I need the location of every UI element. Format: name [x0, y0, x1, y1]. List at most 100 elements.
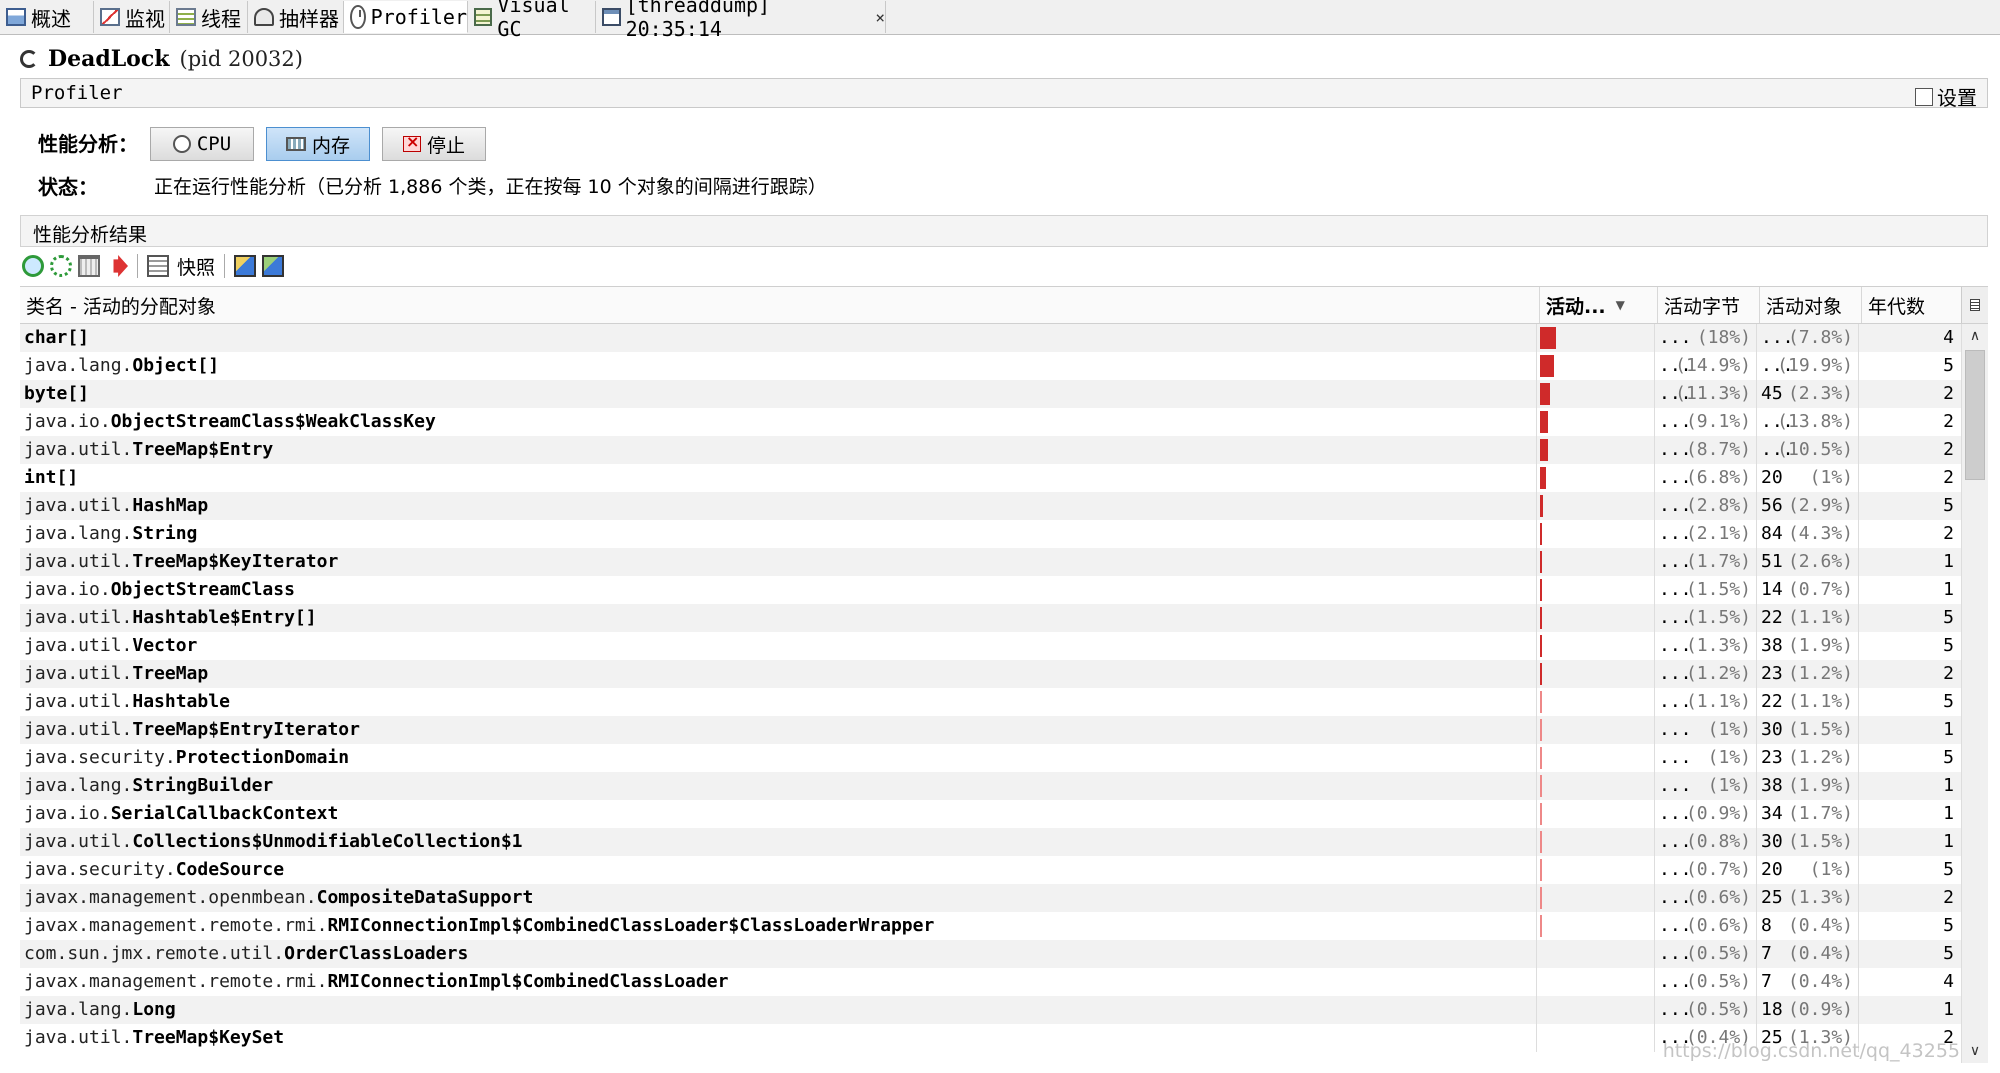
- stop-button[interactable]: 停止: [382, 127, 486, 161]
- export-icon[interactable]: [106, 255, 128, 277]
- package-name: java.lang.: [24, 999, 133, 1020]
- scroll-down-icon[interactable]: ∨: [1962, 1039, 1988, 1063]
- export-image-icon[interactable]: [262, 255, 285, 277]
- live-objects-cell: 20 (1%): [1756, 856, 1859, 884]
- tab-threaddump[interactable]: [threaddump] 20:35:14 ×: [596, 0, 886, 41]
- column-header-live-objects[interactable]: 活动对象: [1760, 287, 1862, 323]
- refresh-icon[interactable]: [50, 255, 72, 277]
- tab-label: 线程: [201, 6, 241, 31]
- class-name: StringBuilder: [132, 775, 274, 796]
- memory-button-label: 内存: [311, 134, 350, 157]
- column-header-live-bytes[interactable]: 活动字节: [1658, 287, 1760, 323]
- live-objects-value: 51: [1761, 551, 1783, 572]
- table-row[interactable]: java.io.SerialCallbackContext ... (0.9%) 34…: [20, 800, 1962, 828]
- table-row[interactable]: java.util.TreeMap$Entry ... (8.7%)... (10.5…: [20, 436, 1962, 464]
- live-bytes-cell: ... (0.8%): [1654, 828, 1757, 856]
- table-row[interactable]: java.util.HashMap ... (2.8%) 56 (2.9%) 5: [20, 492, 1962, 520]
- table-row[interactable]: java.lang.Object[] ... (14.9%)... (19.9%) 5: [20, 352, 1962, 380]
- table-row[interactable]: java.util.Vector ... (1.3%) 38 (1.9%) 5: [20, 632, 1962, 660]
- live-allocation-bar: [1540, 635, 1542, 657]
- live-bar-cell: [1536, 968, 1655, 996]
- table-row[interactable]: java.util.Hashtable$Entry[]... (1.5%) 22 (1…: [20, 604, 1962, 632]
- column-header-generations[interactable]: 年代数: [1862, 287, 1962, 323]
- table-row[interactable]: byte[] ... (11.3%) 45 (2.3%) 2: [20, 380, 1962, 408]
- generations-cell: 2: [1858, 520, 1962, 548]
- table-row[interactable]: java.lang.StringBuilder... (1%) 38 (1.9%) 1: [20, 772, 1962, 800]
- table-row[interactable]: java.util.TreeMap$KeyIterator ... (1.7%) 51…: [20, 548, 1962, 576]
- table-row[interactable]: java.util.Collections$UnmodifiableCollec…: [20, 828, 1962, 856]
- package-name: java.lang.: [24, 523, 133, 544]
- auto-refresh-icon[interactable]: [22, 255, 44, 277]
- class-name-cell: java.util.TreeMap: [24, 660, 1540, 688]
- table-row[interactable]: com.sun.jmx.remote.util.OrderClassLoader…: [20, 940, 1962, 968]
- cpu-button[interactable]: CPU: [150, 127, 254, 161]
- tab-sampler[interactable]: 抽样器: [248, 1, 344, 33]
- live-allocation-bar: [1540, 775, 1542, 797]
- table-row[interactable]: java.security.ProtectionDomain... (1%) 23(…: [20, 744, 1962, 772]
- profiler-icon: [350, 4, 366, 29]
- table-row[interactable]: java.security.CodeSource ... (0.7%) 20 (1%) 5: [20, 856, 1962, 884]
- snapshot-icon[interactable]: [147, 255, 169, 277]
- live-bytes-percent: (1.2%): [1685, 663, 1751, 684]
- table-row[interactable]: javax.management.openmbean.CompositeData…: [20, 884, 1962, 912]
- live-objects-value: 22: [1761, 607, 1783, 628]
- tab-overview[interactable]: 概述: [0, 1, 94, 33]
- tab-label: 监视: [125, 6, 165, 31]
- class-name: Hashtable: [132, 691, 230, 712]
- live-bar-cell: [1536, 1024, 1655, 1052]
- table-row[interactable]: java.util.Hashtable... (1.1%) 22 (1.1%) 5: [20, 688, 1962, 716]
- tab-visual-gc[interactable]: Visual GC: [468, 0, 596, 41]
- tab-profiler[interactable]: Profiler: [344, 1, 468, 33]
- live-bytes-percent: (1.3%): [1685, 635, 1751, 656]
- settings-checkbox[interactable]: [1915, 87, 1933, 106]
- table-row[interactable]: java.io.ObjectStreamClass ... (1.5%) 14 (0.7…: [20, 576, 1962, 604]
- table-row[interactable]: java.lang.Long ... (0.5%) 18 (0.9%) 1: [20, 996, 1962, 1024]
- live-bar-cell: [1536, 912, 1655, 940]
- live-allocation-bar: [1540, 803, 1542, 825]
- live-bytes-cell: ... (1.7%): [1654, 548, 1757, 576]
- close-tab-icon[interactable]: ×: [875, 8, 885, 27]
- generations-cell: 1: [1858, 716, 1962, 744]
- live-objects-cell: 7 (0.4%): [1756, 940, 1859, 968]
- scroll-up-icon[interactable]: ∧: [1962, 324, 1988, 348]
- live-bytes-cell: ... (1.2%): [1654, 660, 1757, 688]
- vertical-scrollbar[interactable]: ∧ ∨: [1961, 324, 1988, 1063]
- class-name-cell: java.util.TreeMap$KeySet: [24, 1024, 1540, 1052]
- live-bar-cell: [1536, 324, 1655, 352]
- table-row[interactable]: char[]... (18%)... (7.8%) 4: [20, 324, 1962, 352]
- settings-toggle[interactable]: 设置: [1915, 82, 1977, 111]
- generations-cell: 2: [1858, 660, 1962, 688]
- table-row[interactable]: java.io.ObjectStreamClass$WeakClassKey..…: [20, 408, 1962, 436]
- live-objects-cell: 23 (1.2%): [1756, 744, 1859, 772]
- generations-cell: 5: [1858, 688, 1962, 716]
- memory-button[interactable]: 内存: [266, 127, 370, 161]
- snapshot-button-label[interactable]: 快照: [177, 253, 215, 280]
- live-bytes-cell: ... (0.5%): [1654, 940, 1757, 968]
- tab-monitor[interactable]: 监视: [94, 1, 170, 33]
- class-name-cell: java.util.TreeMap$EntryIterator: [24, 716, 1540, 744]
- live-objects-percent: (0.4%): [1787, 971, 1853, 992]
- class-name-cell: java.security.ProtectionDomain: [24, 744, 1540, 772]
- live-bar-cell: [1536, 436, 1655, 464]
- package-name: javax.management.openmbean.: [24, 887, 317, 908]
- table-row[interactable]: java.util.TreeMap... (1.2%) 23 (1.2%) 2: [20, 660, 1962, 688]
- live-objects-percent: (0.4%): [1787, 943, 1853, 964]
- stop-icon: [402, 132, 421, 152]
- scrollbar-thumb[interactable]: [1965, 350, 1985, 480]
- table-row[interactable]: java.lang.String ... (2.1%) 84 (4.3%) 2: [20, 520, 1962, 548]
- live-bar-cell: [1536, 716, 1655, 744]
- tab-threads[interactable]: 线程: [170, 1, 248, 33]
- memory-icon: [285, 137, 306, 151]
- table-row[interactable]: int[] ... (6.8%) 20 (1%) 2: [20, 464, 1962, 492]
- table-row[interactable]: javax.management.remote.rmi.RMIConnectio…: [20, 912, 1962, 940]
- table-row[interactable]: java.util.TreeMap$EntryIterator... (1%) 30…: [20, 716, 1962, 744]
- column-chooser-icon[interactable]: [1961, 287, 1988, 323]
- live-objects-cell: 8 (0.4%): [1756, 912, 1859, 940]
- class-name-cell: java.lang.Object[]: [24, 352, 1540, 380]
- table-row[interactable]: javax.management.remote.rmi.RMIConnectio…: [20, 968, 1962, 996]
- save-image-icon[interactable]: [234, 255, 257, 277]
- delete-icon[interactable]: [78, 255, 100, 277]
- column-header-live[interactable]: 活动... ▼: [1540, 287, 1658, 323]
- generations-cell: 5: [1858, 912, 1962, 940]
- column-header-class-name[interactable]: 类名 - 活动的分配对象: [20, 287, 1540, 323]
